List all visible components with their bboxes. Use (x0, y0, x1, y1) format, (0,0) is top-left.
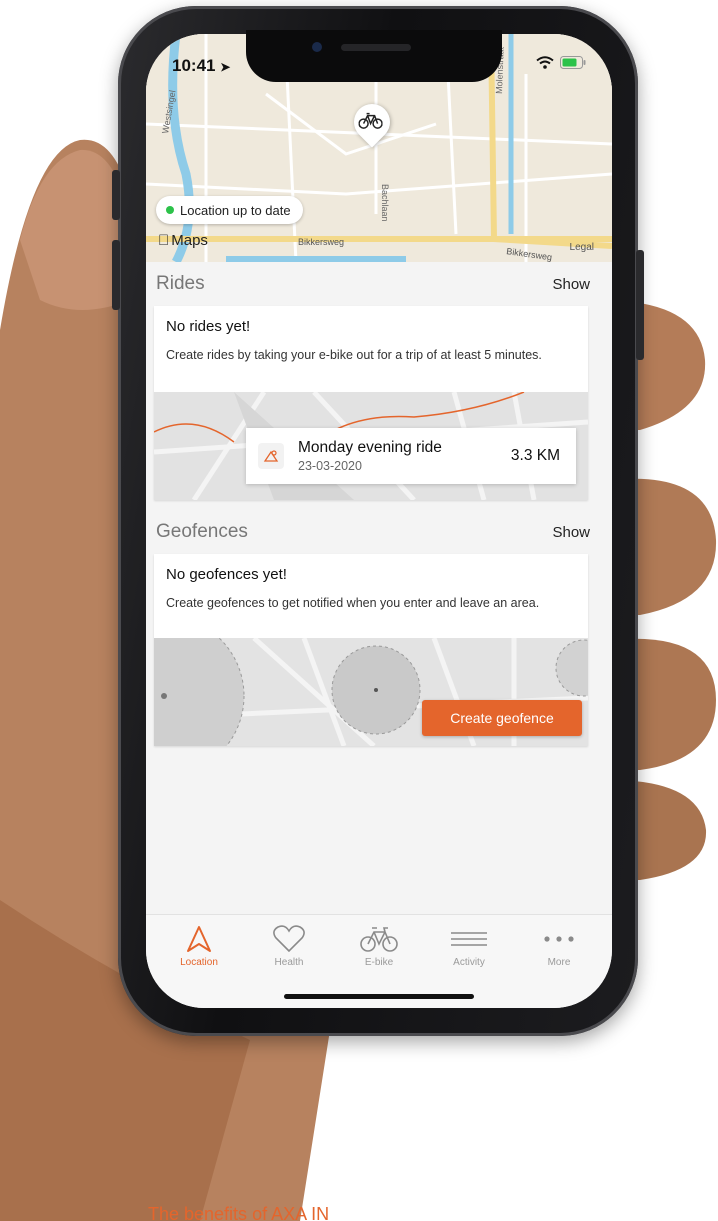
create-geofence-button[interactable]: Create geofence (422, 700, 582, 736)
tab-label: Activity (453, 957, 485, 968)
status-time: 10:41 ➤ (172, 56, 230, 76)
tab-more[interactable]: More (519, 915, 599, 1008)
clock: 10:41 (172, 56, 216, 75)
phone-notch (246, 30, 502, 82)
ride-distance: 3.3 KM (510, 447, 560, 464)
tab-label: Location (180, 957, 218, 968)
maps-label: Maps (160, 232, 208, 249)
location-status-badge: Location up to date (156, 196, 303, 224)
more-dots-icon (544, 936, 574, 942)
tab-label: E-bike (364, 957, 394, 968)
status-dot (166, 206, 174, 214)
apple-logo-icon:  (158, 232, 169, 249)
front-camera (312, 42, 322, 52)
status-icons (536, 56, 586, 69)
geofences-header: Geofences Show (146, 512, 612, 552)
app-screen: Westsingel Molenstraat Bachlaan Bikkersw… (146, 34, 612, 1008)
navigation-arrow-icon (187, 926, 211, 952)
street-label: Bachlaan (380, 184, 390, 222)
benefits-heading: The benefits of AXA IN (148, 1204, 330, 1221)
home-indicator[interactable] (284, 994, 474, 999)
wifi-icon (536, 56, 554, 69)
ride-list-item[interactable]: Monday evening ride 23-03-2020 3.3 KM (246, 428, 576, 484)
geofences-preview-map: Create geofence (154, 638, 588, 746)
volume-button (112, 170, 120, 220)
geofences-empty-description: Create geofences to get notified when yo… (166, 596, 540, 610)
geofences-card: No geofences yet! Create geofences to ge… (154, 554, 588, 746)
location-status-text: Location up to date (180, 202, 291, 218)
rides-empty-title: No rides yet! (166, 318, 251, 335)
geofences-title: Geofences (156, 521, 248, 542)
rides-show-button[interactable]: Show (552, 276, 590, 293)
tab-label: More (547, 957, 571, 968)
ride-type-icon (258, 443, 284, 469)
geofences-show-button[interactable]: Show (552, 524, 590, 541)
battery-icon (560, 56, 586, 69)
ride-name: Monday evening ride (298, 439, 442, 456)
bicycle-icon (358, 112, 383, 129)
heart-icon (273, 925, 305, 953)
rides-header: Rides Show (146, 264, 612, 304)
legal-link[interactable]: Legal (570, 242, 594, 253)
apple-maps-logo:  Maps (158, 232, 208, 249)
street-label: Bikkersweg (298, 237, 344, 247)
geofences-empty-title: No geofences yet! (166, 566, 287, 583)
rides-title: Rides (156, 273, 205, 294)
earpiece (341, 44, 411, 51)
power-button (636, 250, 644, 360)
bicycle-icon (360, 927, 398, 952)
list-icon (451, 932, 487, 946)
weather-icon (263, 450, 279, 462)
rides-card: No rides yet! Create rides by taking you… (154, 306, 588, 500)
tab-location[interactable]: Location (159, 915, 239, 1008)
location-arrow-icon: ➤ (220, 60, 231, 74)
volume-button (112, 240, 120, 310)
ride-date: 23-03-2020 (298, 459, 362, 473)
rides-empty-description: Create rides by taking your e-bike out f… (166, 348, 542, 362)
rides-preview-map: Monday evening ride 23-03-2020 3.3 KM (154, 392, 588, 500)
tab-label: Health (274, 957, 304, 968)
